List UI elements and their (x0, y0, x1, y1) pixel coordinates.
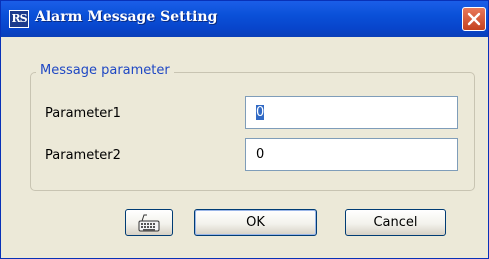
parameter1-value: 0 (256, 105, 265, 120)
rs-app-icon: RS (9, 10, 29, 28)
close-button[interactable] (462, 7, 486, 31)
alarm-message-setting-dialog: RS Alarm Message Setting Message paramet… (0, 0, 489, 259)
title-bar[interactable]: RS Alarm Message Setting (1, 1, 488, 37)
message-parameter-group (30, 72, 475, 191)
cancel-button[interactable]: Cancel (345, 209, 446, 236)
ok-button[interactable]: OK (194, 209, 317, 236)
keyboard-icon (138, 214, 160, 232)
parameter1-input[interactable]: 0 (245, 96, 458, 129)
keyboard-button[interactable] (125, 209, 173, 236)
parameter2-label: Parameter2 (45, 148, 121, 163)
parameter2-value: 0 (256, 147, 265, 162)
window-title: Alarm Message Setting (35, 9, 218, 25)
parameter2-input[interactable]: 0 (245, 138, 458, 171)
close-icon (467, 12, 481, 26)
parameter1-label: Parameter1 (45, 106, 121, 121)
group-title: Message parameter (36, 62, 174, 80)
